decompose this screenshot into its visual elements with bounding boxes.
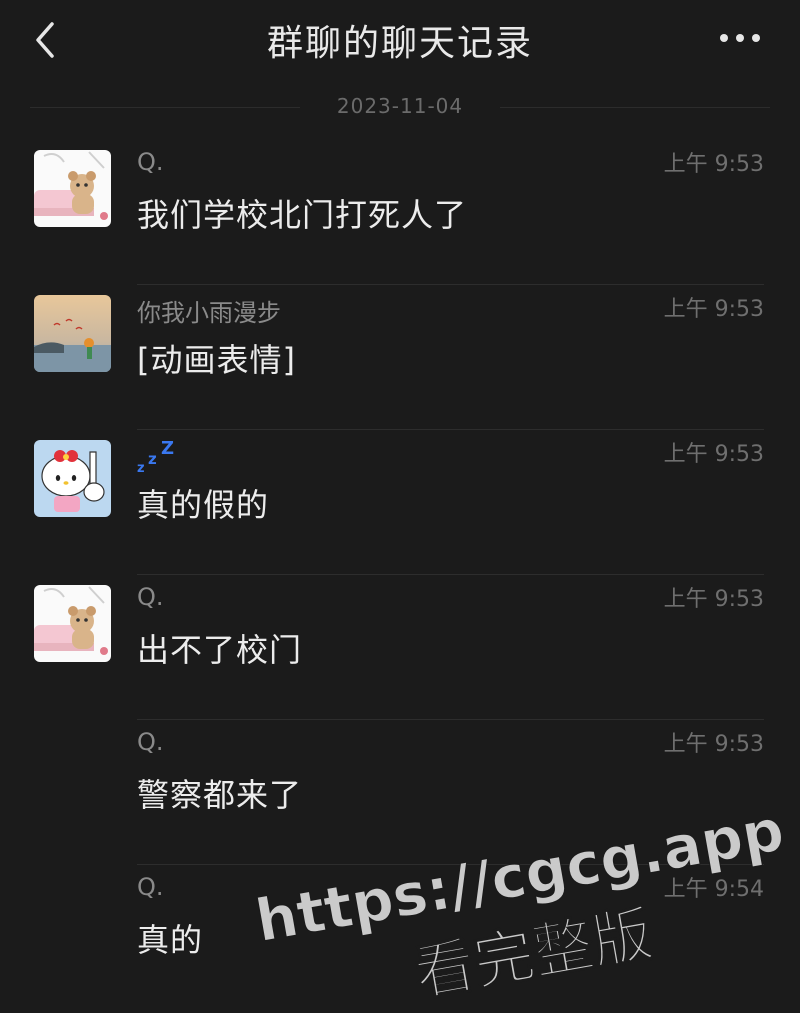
more-dots-icon (720, 34, 760, 42)
hello-kitty-bear-avatar-icon (34, 150, 111, 227)
message-text: 警察都来了 (137, 776, 303, 814)
message-time: 上午 9:53 (663, 442, 764, 467)
date-separator: 2023-11-04 (30, 92, 770, 122)
divider (500, 107, 770, 108)
message-text: [动画表情] (137, 341, 296, 379)
message-text: 真的假的 (137, 486, 270, 524)
sender-name: Q. (137, 583, 164, 611)
message-time: 上午 9:53 (663, 587, 764, 612)
svg-text:z: z (148, 450, 157, 468)
sender-name: z z Z (137, 438, 181, 480)
chat-message[interactable]: 你我小雨漫步 上午 9:53 [动画表情] (0, 285, 800, 430)
nav-bar: 群聊的聊天记录 (0, 0, 800, 80)
chat-message[interactable]: Q. 上午 9:54 真的 (0, 865, 800, 1010)
sender-name: 你我小雨漫步 (137, 299, 281, 327)
avatar[interactable] (34, 150, 111, 227)
avatar[interactable] (34, 295, 111, 372)
message-time: 上午 9:53 (663, 152, 764, 177)
seaside-scenery-avatar-icon (34, 295, 111, 372)
avatar[interactable] (34, 585, 111, 662)
message-text: 出不了校门 (137, 631, 303, 669)
svg-text:Z: Z (161, 438, 174, 459)
message-text: 我们学校北门打死人了 (137, 196, 468, 234)
chat-message[interactable]: Q. 上午 9:53 出不了校门 (0, 575, 800, 720)
chat-message[interactable]: z z Z 上午 9:53 真的假的 (0, 430, 800, 575)
page-title: 群聊的聊天记录 (266, 23, 533, 64)
chat-message[interactable]: Q. 上午 9:53 警察都来了 (0, 720, 800, 865)
message-time: 上午 9:53 (663, 297, 764, 322)
message-time: 上午 9:53 (663, 732, 764, 757)
date-label: 2023-11-04 (336, 94, 464, 118)
chat-message[interactable]: Q. 上午 9:53 我们学校北门打死人了 (0, 140, 800, 285)
hello-kitty-pointing-avatar-icon (34, 440, 111, 517)
message-time: 上午 9:54 (663, 877, 764, 902)
avatar[interactable] (34, 440, 111, 517)
sender-name: Q. (137, 873, 164, 901)
message-text: 真的 (137, 921, 204, 959)
sender-name: Q. (137, 148, 164, 176)
sleep-zzz-icon: z z Z (137, 438, 174, 476)
more-options-button[interactable] (718, 28, 762, 48)
sender-name: Q. (137, 728, 164, 756)
svg-text:z: z (137, 461, 145, 474)
hello-kitty-bear-avatar-icon (34, 585, 111, 662)
